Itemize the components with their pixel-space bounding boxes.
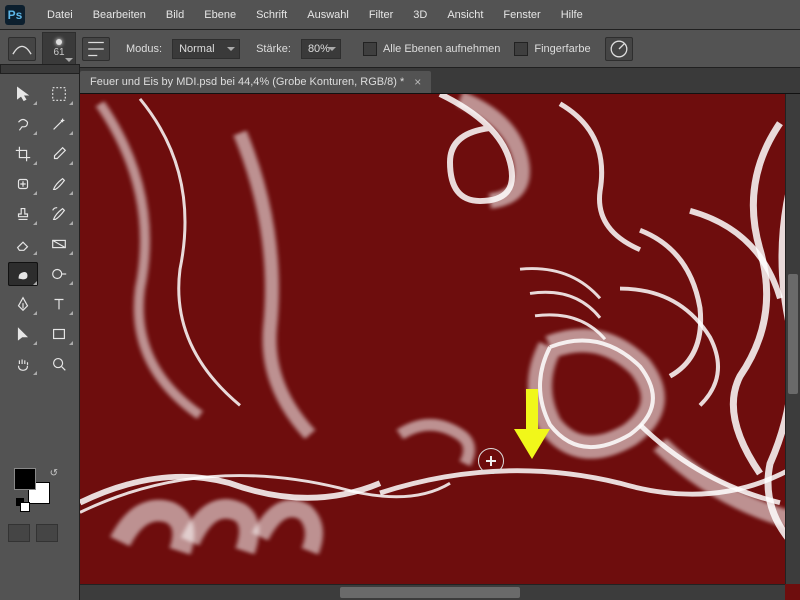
options-bar: 61 Modus: Normal Stärke: 80% Alle Ebenen…: [0, 30, 800, 68]
brush-panel-button[interactable]: [82, 37, 110, 61]
brush-size-value: 61: [53, 47, 64, 58]
strength-select[interactable]: 80%: [301, 39, 341, 59]
type-tool[interactable]: [44, 292, 74, 316]
menu-help[interactable]: Hilfe: [551, 9, 593, 21]
tab-title: Feuer und Eis by MDI.psd bei 44,4% (Grob…: [90, 76, 404, 88]
brush-cursor: [478, 448, 504, 474]
menu-layer[interactable]: Ebene: [194, 9, 246, 21]
mode-label: Modus:: [116, 43, 166, 55]
menu-edit[interactable]: Bearbeiten: [83, 9, 156, 21]
color-swatches[interactable]: ↺: [10, 466, 60, 510]
menu-image[interactable]: Bild: [156, 9, 194, 21]
pressure-size-button[interactable]: [605, 37, 633, 61]
menu-view[interactable]: Ansicht: [437, 9, 493, 21]
mode-value: Normal: [179, 43, 214, 55]
canvas[interactable]: [80, 94, 800, 600]
pen-tool[interactable]: [8, 292, 38, 316]
scrollbar-thumb[interactable]: [340, 587, 520, 598]
menu-bar: Ps Datei Bearbeiten Bild Ebene Schrift A…: [0, 0, 800, 30]
eraser-tool[interactable]: [8, 232, 38, 256]
workspace: [0, 94, 800, 600]
history-brush-tool[interactable]: [44, 202, 74, 226]
dodge-tool[interactable]: [44, 262, 74, 286]
menu-window[interactable]: Fenster: [493, 9, 550, 21]
strength-value: 80%: [308, 43, 330, 55]
foreground-color[interactable]: [14, 468, 36, 490]
magic-wand-tool[interactable]: [44, 112, 74, 136]
artwork: [80, 94, 800, 600]
stamp-tool[interactable]: [8, 202, 38, 226]
toolbox: ↺: [0, 74, 80, 600]
swap-colors-icon[interactable]: ↺: [50, 468, 58, 479]
toolbox-handle[interactable]: [0, 64, 80, 74]
brush-tool[interactable]: [44, 172, 74, 196]
menu-file[interactable]: Datei: [37, 9, 83, 21]
horizontal-scrollbar[interactable]: [80, 584, 785, 600]
hand-tool[interactable]: [8, 352, 38, 376]
move-tool[interactable]: [8, 82, 38, 106]
fingerpaint-checkbox[interactable]: [514, 42, 528, 56]
path-select-tool[interactable]: [8, 322, 38, 346]
eyedropper-tool[interactable]: [44, 142, 74, 166]
zoom-tool[interactable]: [44, 352, 74, 376]
menu-filter[interactable]: Filter: [359, 9, 403, 21]
sample-all-checkbox[interactable]: [363, 42, 377, 56]
quickmask-toggle[interactable]: [8, 524, 30, 542]
document-tab[interactable]: Feuer und Eis by MDI.psd bei 44,4% (Grob…: [80, 71, 431, 93]
vertical-scrollbar[interactable]: [785, 94, 800, 584]
tool-preset-picker[interactable]: [8, 37, 36, 61]
sample-all-label: Alle Ebenen aufnehmen: [383, 43, 508, 55]
brush-preset-picker[interactable]: 61: [42, 32, 76, 66]
fingerpaint-label: Fingerfarbe: [534, 43, 598, 55]
healing-tool[interactable]: [8, 172, 38, 196]
menu-3d[interactable]: 3D: [403, 9, 437, 21]
annotation-arrow: [512, 389, 552, 462]
default-colors-icon[interactable]: [16, 498, 28, 510]
marquee-tool[interactable]: [44, 82, 74, 106]
mode-select[interactable]: Normal: [172, 39, 240, 59]
menu-type[interactable]: Schrift: [246, 9, 297, 21]
close-icon[interactable]: ×: [414, 75, 421, 89]
shape-tool[interactable]: [44, 322, 74, 346]
menu-select[interactable]: Auswahl: [297, 9, 359, 21]
document-tab-bar: Feuer und Eis by MDI.psd bei 44,4% (Grob…: [0, 68, 800, 94]
strength-label: Stärke:: [246, 43, 295, 55]
crop-tool[interactable]: [8, 142, 38, 166]
ps-logo[interactable]: Ps: [5, 5, 25, 25]
lasso-tool[interactable]: [8, 112, 38, 136]
smudge-tool[interactable]: [8, 262, 38, 286]
screenmode-toggle[interactable]: [36, 524, 58, 542]
scrollbar-thumb[interactable]: [788, 274, 798, 394]
gradient-tool[interactable]: [44, 232, 74, 256]
